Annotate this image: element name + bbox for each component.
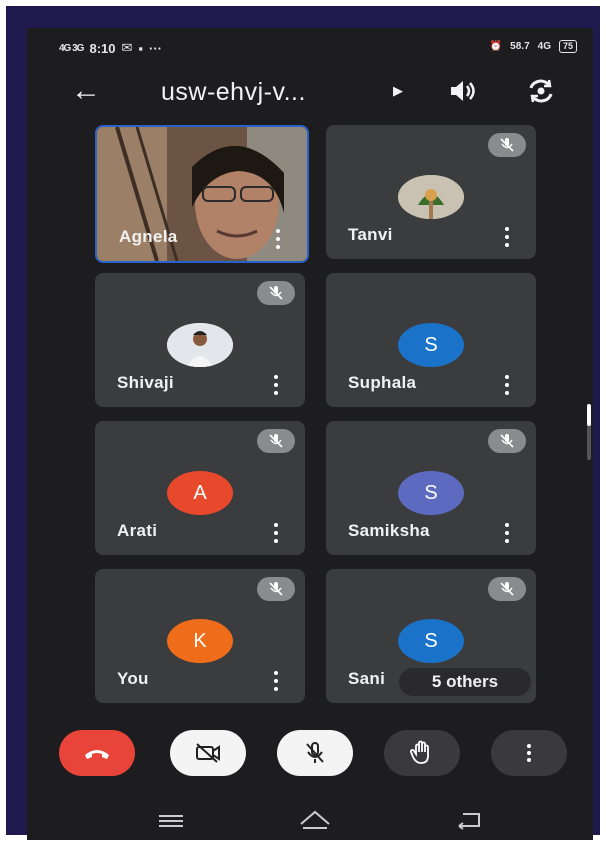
mic-off-icon	[488, 133, 526, 157]
more-vert-icon	[527, 744, 531, 762]
mic-toggle-button[interactable]	[277, 730, 353, 776]
participant-tile[interactable]: Tanvi	[326, 125, 536, 259]
alarm-icon: ⏰	[489, 41, 503, 52]
avatar-initial: K	[167, 619, 233, 663]
more-notifications: ···	[149, 40, 163, 56]
caret-right-icon[interactable]: ▶	[393, 83, 403, 99]
arrow-left-icon[interactable]: ←	[71, 76, 101, 106]
avatar-photo	[398, 175, 464, 219]
status-bar: 4G 3G 8:10 ✉ ▪ ··· ⏰ 58.7 4G 75	[27, 28, 593, 64]
more-vert-icon[interactable]	[504, 375, 510, 395]
raise-hand-button[interactable]	[384, 730, 460, 776]
avatar-initial: S	[398, 323, 464, 367]
battery-indicator: 75	[558, 40, 577, 53]
mic-off-icon	[488, 429, 526, 453]
system-nav-bar	[27, 800, 593, 840]
participant-name: Agnela	[119, 227, 178, 246]
notification-icon: ▪	[138, 40, 144, 56]
participant-name: Sani	[348, 669, 386, 688]
mic-off-icon	[257, 281, 295, 305]
participant-tile[interactable]: A Arati	[95, 421, 305, 555]
participant-tile-self[interactable]: K You	[95, 569, 305, 703]
status-time: 8:10	[89, 40, 116, 56]
participant-tile[interactable]: Shivaji	[95, 273, 305, 407]
scrollbar-thumb[interactable]	[587, 404, 591, 426]
participant-name: Samiksha	[348, 521, 430, 540]
raise-hand-icon	[410, 740, 429, 764]
avatar-initial: A	[167, 471, 233, 515]
mic-off-icon	[488, 577, 526, 601]
more-vert-icon[interactable]	[275, 229, 281, 249]
meeting-code[interactable]: usw-ehvj-v...	[161, 78, 306, 107]
participant-tile-video[interactable]: Agnela	[95, 125, 309, 263]
speaker-icon[interactable]	[445, 74, 479, 108]
home-icon[interactable]	[297, 808, 333, 832]
participant-name: Tanvi	[348, 225, 393, 244]
mic-off-icon	[306, 742, 324, 763]
participant-name: Shivaji	[117, 373, 174, 392]
scrollbar[interactable]	[587, 404, 591, 460]
meeting-header: ← usw-ehvj-v... ▶	[27, 74, 593, 114]
participant-name: Suphala	[348, 373, 417, 392]
avatar-initial: S	[398, 619, 464, 663]
end-call-icon	[85, 750, 109, 759]
more-vert-icon[interactable]	[504, 523, 510, 543]
participant-tile[interactable]: S Suphala	[326, 273, 536, 407]
others-chip[interactable]: 5 others	[399, 668, 531, 696]
notification-icon: ✉	[121, 40, 133, 55]
participant-tile[interactable]: S Samiksha	[326, 421, 536, 555]
device-frame: 4G 3G 8:10 ✉ ▪ ··· ⏰ 58.7 4G 75 ← usw-eh…	[6, 6, 600, 840]
end-call-button[interactable]	[59, 730, 135, 776]
net-speed: 58.7	[510, 41, 530, 52]
more-vert-icon[interactable]	[273, 375, 279, 395]
participant-name: Arati	[117, 521, 158, 540]
camera-toggle-button[interactable]	[170, 730, 246, 776]
phone-screen: 4G 3G 8:10 ✉ ▪ ··· ⏰ 58.7 4G 75 ← usw-eh…	[27, 28, 593, 840]
signal-indicator: 4G 3G	[59, 42, 84, 54]
menu-icon[interactable]	[157, 814, 185, 828]
flip-camera-icon[interactable]	[523, 74, 559, 108]
back-nav-icon[interactable]	[455, 810, 485, 830]
camera-off-icon	[196, 743, 220, 763]
avatar-photo	[167, 323, 233, 367]
more-vert-icon[interactable]	[273, 671, 279, 691]
more-vert-icon[interactable]	[273, 523, 279, 543]
net-type: 4G	[537, 41, 551, 52]
mic-off-icon	[257, 429, 295, 453]
more-vert-icon[interactable]	[504, 227, 510, 247]
participant-name: You	[117, 669, 149, 688]
mic-off-icon	[257, 577, 295, 601]
avatar-initial: S	[398, 471, 464, 515]
more-options-button[interactable]	[491, 730, 567, 776]
